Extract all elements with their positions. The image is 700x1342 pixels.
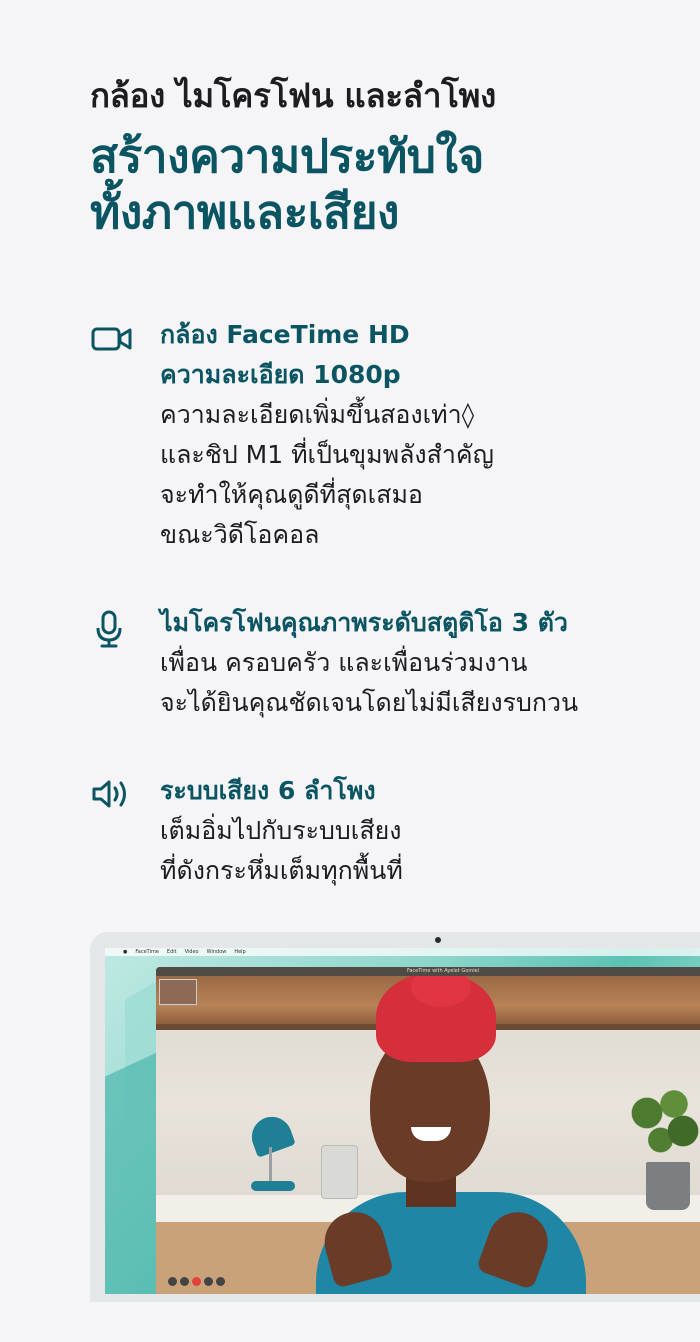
kettle [321, 1145, 358, 1199]
facetime-window: FaceTime with Ayelet Gomiel [156, 967, 700, 1294]
feature-camera-body-line: และชิป M1 ที่เป็นขุมพลังสำคัญ [160, 440, 494, 469]
feature-camera-body-line: ความละเอียดเพิ่มขึ้นสองเท่า◊ [160, 400, 475, 429]
imac-screen: ● FaceTime Edit Video Window Help FaceTi… [105, 948, 700, 1294]
feature-camera: กล้อง FaceTime HD ความละเอียด 1080p ความ… [90, 315, 690, 555]
feature-speaker-title: ระบบเสียง 6 ลำโพง [160, 776, 376, 805]
feature-microphone-body: เพื่อน ครอบครัว และเพื่อนร่วมงาน จะได้ยิ… [160, 643, 690, 723]
imac-camera [435, 937, 441, 943]
feature-microphone: ไมโครโฟนคุณภาพระดับสตูดิโอ 3 ตัว เพื่อน … [90, 603, 690, 723]
fullscreen-icon[interactable] [216, 1277, 225, 1286]
menubar-item: Help [234, 949, 246, 955]
feature-camera-body-line: จะทำให้คุณดูดีที่สุดเสมอ [160, 480, 423, 509]
video-camera-icon [91, 327, 132, 351]
self-view-thumbnail[interactable] [159, 979, 197, 1005]
headline-line-2: ทั้งภาพและเสียง [90, 185, 400, 239]
menubar-item: FaceTime [135, 949, 159, 955]
feature-speaker-body-line: ที่ดังกระหึ่มเต็มทุกพื้นที่ [160, 856, 403, 885]
feature-camera-body-line: ขณะวิดีโอคอล [160, 520, 320, 549]
feature-camera-title-line-2: ความละเอียด 1080p [160, 360, 401, 389]
call-controls [168, 1277, 225, 1286]
end-call-icon[interactable] [192, 1277, 201, 1286]
section-eyebrow: กล้อง ไมโครโฟน และลำโพง [90, 76, 496, 115]
plant [620, 1077, 700, 1167]
camera-toggle-icon[interactable] [204, 1277, 213, 1286]
feature-microphone-body-line: เพื่อน ครอบครัว และเพื่อนร่วมงาน [160, 648, 528, 677]
feature-speaker-body-line: เต็มอิ่มไปกับระบบเสียง [160, 816, 402, 845]
feature-camera-title-line-1: กล้อง FaceTime HD [160, 320, 410, 349]
imac-illustration: ● FaceTime Edit Video Window Help FaceTi… [90, 932, 700, 1302]
plant-pot [646, 1162, 690, 1210]
menubar-item: Window [206, 949, 227, 955]
section-header: กล้อง ไมโครโฟน และลำโพง สร้างความประทับใ… [90, 70, 680, 240]
sidebar-control-icon[interactable] [168, 1277, 177, 1286]
feature-speaker-body: เต็มอิ่มไปกับระบบเสียง ที่ดังกระหึ่มเต็ม… [160, 811, 690, 891]
lamp-pole [269, 1147, 272, 1185]
feature-microphone-title: ไมโครโฟนคุณภาพระดับสตูดิโอ 3 ตัว [160, 608, 568, 637]
mute-icon[interactable] [180, 1277, 189, 1286]
menubar-item: Edit [166, 949, 177, 955]
feature-microphone-body-line: จะได้ยินคุณชัดเจนโดยไม่มีเสียงรบกวน [160, 688, 579, 717]
microphone-icon [96, 610, 122, 648]
feature-camera-title: กล้อง FaceTime HD ความละเอียด 1080p [160, 315, 690, 395]
headline-line-1: สร้างความประทับใจ [90, 129, 484, 183]
feature-camera-body: ความละเอียดเพิ่มขึ้นสองเท่า◊ และชิป M1 ท… [160, 395, 690, 555]
speaker-icon [92, 780, 126, 808]
menubar-item: Video [184, 949, 199, 955]
lamp-base [251, 1181, 295, 1191]
feature-speaker: ระบบเสียง 6 ลำโพง เต็มอิ่มไปกับระบบเสียง… [90, 771, 690, 891]
apple-logo-icon: ● [123, 949, 128, 955]
facetime-titlebar: FaceTime with Ayelet Gomiel [156, 967, 700, 976]
section-headline: สร้างความประทับใจ ทั้งภาพและเสียง [90, 128, 680, 240]
mac-menubar: ● FaceTime Edit Video Window Help [105, 948, 700, 956]
feature-list: กล้อง FaceTime HD ความละเอียด 1080p ความ… [90, 315, 690, 891]
